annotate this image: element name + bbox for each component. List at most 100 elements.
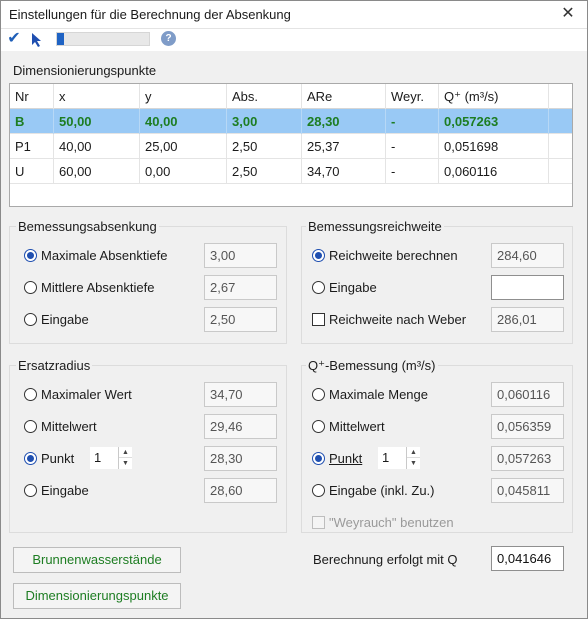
help-icon[interactable]: ? — [161, 31, 176, 46]
q-point-spinner[interactable]: 1 ▲ ▼ — [377, 446, 421, 470]
label-mean-value[interactable]: Mittelwert — [41, 419, 97, 434]
q-input-field: 0,045811 — [491, 478, 564, 503]
max-value-field: 34,70 — [204, 382, 277, 407]
table-row[interactable]: U 60,00 0,00 2,50 34,70 - 0,060116 — [10, 159, 572, 184]
close-icon[interactable]: ✕ — [557, 4, 579, 24]
col-header-abs[interactable]: Abs. — [227, 84, 302, 109]
label-weber-range[interactable]: Reichweite nach Weber — [329, 312, 466, 327]
settings-dialog: Einstellungen für die Berechnung der Abs… — [0, 0, 588, 619]
cell-y: 25,00 — [140, 134, 227, 159]
cell-weyr: - — [386, 109, 439, 134]
design-drawdown-title: Bemessungsabsenkung — [16, 219, 159, 234]
col-header-weyr[interactable]: Weyr. — [386, 84, 439, 109]
q-point-spinner-value[interactable]: 1 — [382, 450, 389, 465]
label-max-value[interactable]: Maximaler Wert — [41, 387, 132, 402]
cursor-icon[interactable] — [29, 31, 45, 49]
checkbox-weyrauch[interactable] — [312, 516, 325, 529]
label-q-input[interactable]: Eingabe (inkl. Zu.) — [329, 483, 435, 498]
progress-bar — [56, 32, 150, 46]
cell-nr: B — [10, 109, 54, 134]
max-drawdown-value: 3,00 — [204, 243, 277, 268]
dimensioning-points-button[interactable]: Dimensionierungspunkte — [13, 583, 181, 609]
col-header-x[interactable]: x — [54, 84, 140, 109]
label-range-calculate[interactable]: Reichweite berechnen — [329, 248, 458, 263]
cell-abs: 2,50 — [227, 159, 302, 184]
range-input-field[interactable] — [491, 275, 564, 300]
radio-max-quantity[interactable] — [312, 388, 325, 401]
label-radius-input[interactable]: Eingabe — [41, 483, 89, 498]
radio-mean-drawdown[interactable] — [24, 281, 37, 294]
label-max-quantity[interactable]: Maximale Menge — [329, 387, 428, 402]
col-header-nr[interactable]: Nr — [10, 84, 54, 109]
table-row[interactable]: B 50,00 40,00 3,00 28,30 - 0,057263 — [10, 109, 572, 134]
cell-are: 25,37 — [302, 134, 386, 159]
chevron-down-icon[interactable]: ▼ — [407, 458, 420, 469]
radio-q-mean[interactable] — [312, 420, 325, 433]
col-header-are[interactable]: ARe — [302, 84, 386, 109]
chevron-up-icon[interactable]: ▲ — [407, 447, 420, 458]
calc-q-value: 0,041646 — [491, 546, 564, 571]
range-calculate-value: 284,60 — [491, 243, 564, 268]
spinner-buttons: ▲ ▼ — [406, 447, 420, 469]
title-bar: Einstellungen für die Berechnung der Abs… — [1, 1, 587, 29]
cell-x: 50,00 — [54, 109, 140, 134]
q-design-title: Q⁺-Bemessung (m³/s) — [306, 358, 438, 374]
chevron-down-icon[interactable]: ▼ — [119, 458, 132, 469]
cell-abs: 2,50 — [227, 134, 302, 159]
label-weyrauch[interactable]: "Weyrauch" benutzen — [329, 515, 454, 530]
dimensioning-points-label: Dimensionierungspunkte — [13, 63, 157, 78]
dimensioning-points-table: Nr x y Abs. ARe Weyr. Q⁺ (m³/s) B 50,00 … — [9, 83, 573, 207]
cell-y: 0,00 — [140, 159, 227, 184]
radio-max-value[interactable] — [24, 388, 37, 401]
point-spinner[interactable]: 1 ▲ ▼ — [89, 446, 133, 470]
label-q-point[interactable]: Punkt — [329, 451, 362, 466]
checkbox-weber-range[interactable] — [312, 313, 325, 326]
label-range-input[interactable]: Eingabe — [329, 280, 377, 295]
cell-x: 40,00 — [54, 134, 140, 159]
radio-drawdown-input[interactable] — [24, 313, 37, 326]
label-q-mean[interactable]: Mittelwert — [329, 419, 385, 434]
label-drawdown-input[interactable]: Eingabe — [41, 312, 89, 327]
cell-nr: P1 — [10, 134, 54, 159]
cell-x: 60,00 — [54, 159, 140, 184]
cell-abs: 3,00 — [227, 109, 302, 134]
radio-q-input[interactable] — [312, 484, 325, 497]
cell-weyr: - — [386, 159, 439, 184]
cell-q: 0,060116 — [439, 159, 549, 184]
radius-input-field: 28,60 — [204, 478, 277, 503]
radio-range-calculate[interactable] — [312, 249, 325, 262]
col-header-q[interactable]: Q⁺ (m³/s) — [439, 84, 549, 109]
radio-max-drawdown[interactable] — [24, 249, 37, 262]
cell-are: 28,30 — [302, 109, 386, 134]
mean-drawdown-value: 2,67 — [204, 275, 277, 300]
point-value-field: 28,30 — [204, 446, 277, 471]
q-mean-field: 0,056359 — [491, 414, 564, 439]
weber-range-value: 286,01 — [491, 307, 564, 332]
table-header: Nr x y Abs. ARe Weyr. Q⁺ (m³/s) — [10, 84, 572, 109]
cell-weyr: - — [386, 134, 439, 159]
point-spinner-value[interactable]: 1 — [94, 450, 101, 465]
label-mean-drawdown[interactable]: Mittlere Absenktiefe — [41, 280, 154, 295]
drawdown-input-value: 2,50 — [204, 307, 277, 332]
spinner-buttons: ▲ ▼ — [118, 447, 132, 469]
equivalent-radius-title: Ersatzradius — [16, 358, 93, 373]
cell-q: 0,051698 — [439, 134, 549, 159]
label-point[interactable]: Punkt — [41, 451, 74, 466]
toolbar: ✔ ? — [1, 29, 587, 51]
label-max-drawdown[interactable]: Maximale Absenktiefe — [41, 248, 167, 263]
cell-nr: U — [10, 159, 54, 184]
radio-radius-input[interactable] — [24, 484, 37, 497]
checkmark-icon[interactable]: ✔ — [5, 29, 23, 49]
chevron-up-icon[interactable]: ▲ — [119, 447, 132, 458]
max-quantity-field: 0,060116 — [491, 382, 564, 407]
table-row[interactable]: P1 40,00 25,00 2,50 25,37 - 0,051698 — [10, 134, 572, 159]
mean-value-field: 29,46 — [204, 414, 277, 439]
radio-q-point[interactable] — [312, 452, 325, 465]
col-header-y[interactable]: y — [140, 84, 227, 109]
radio-mean-value[interactable] — [24, 420, 37, 433]
well-water-levels-button[interactable]: Brunnenwasserstände — [13, 547, 181, 573]
radio-range-input[interactable] — [312, 281, 325, 294]
cell-are: 34,70 — [302, 159, 386, 184]
radio-point[interactable] — [24, 452, 37, 465]
window-title: Einstellungen für die Berechnung der Abs… — [9, 7, 291, 22]
